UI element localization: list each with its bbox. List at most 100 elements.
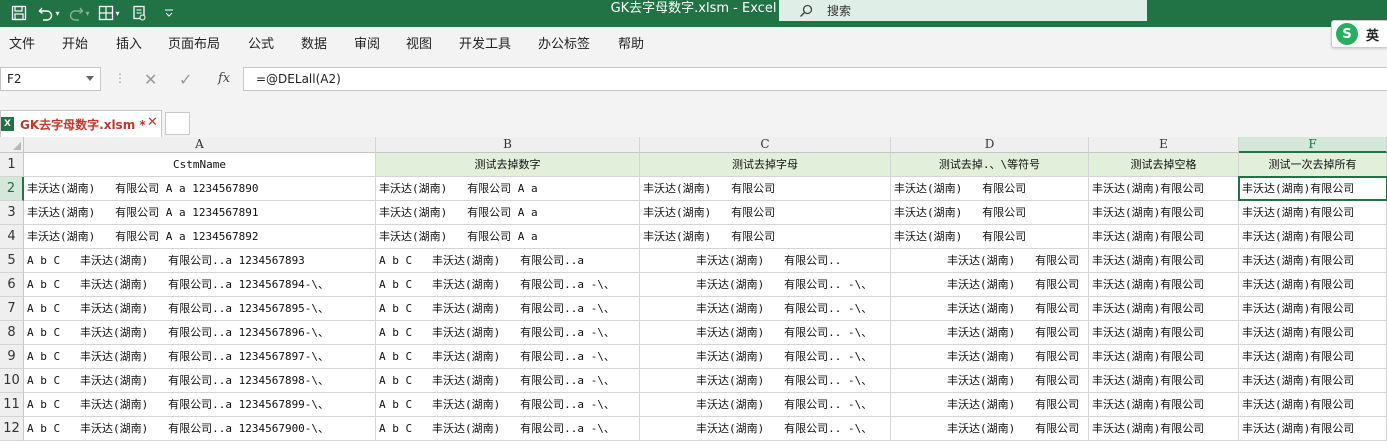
row-header-11[interactable]: 11 bbox=[0, 393, 24, 417]
row-header-10[interactable]: 10 bbox=[0, 369, 24, 393]
row-header-2[interactable]: 2 bbox=[0, 177, 24, 201]
cell-f10[interactable]: 丰沃达(湖南)有限公司 bbox=[1239, 369, 1387, 393]
header-cell-a1[interactable]: CstmName bbox=[24, 153, 376, 177]
format-painter-icon[interactable] bbox=[126, 2, 152, 24]
cell-f5[interactable]: 丰沃达(湖南)有限公司 bbox=[1239, 249, 1387, 273]
tab-home[interactable]: 开始 bbox=[62, 33, 88, 52]
cell-d5[interactable]: 丰沃达(湖南) 有限公司 bbox=[891, 249, 1089, 273]
cell-c9[interactable]: 丰沃达(湖南) 有限公司.. -\、 bbox=[640, 345, 891, 369]
cell-a5[interactable]: A b C 丰沃达(湖南) 有限公司..a 1234567893 bbox=[24, 249, 376, 273]
tab-file[interactable]: 文件 bbox=[9, 33, 35, 52]
column-header-e[interactable]: E bbox=[1089, 137, 1239, 153]
row-header-12[interactable]: 12 bbox=[0, 417, 24, 441]
tab-review[interactable]: 审阅 bbox=[354, 33, 380, 52]
cell-c12[interactable]: 丰沃达(湖南) 有限公司.. -\、 bbox=[640, 417, 891, 441]
cell-d9[interactable]: 丰沃达(湖南) 有限公司 bbox=[891, 345, 1089, 369]
cell-f2[interactable]: 丰沃达(湖南)有限公司 bbox=[1239, 177, 1387, 201]
row-header-6[interactable]: 6 bbox=[0, 273, 24, 297]
cell-f8[interactable]: 丰沃达(湖南)有限公司 bbox=[1239, 321, 1387, 345]
close-icon[interactable]: ✕ bbox=[147, 115, 158, 130]
cell-b3[interactable]: 丰沃达(湖南) 有限公司 A a bbox=[376, 201, 640, 225]
row-header-3[interactable]: 3 bbox=[0, 201, 24, 225]
cancel-button[interactable]: ✕ bbox=[144, 70, 157, 89]
cell-c11[interactable]: 丰沃达(湖南) 有限公司.. -\、 bbox=[640, 393, 891, 417]
cell-b8[interactable]: A b C 丰沃达(湖南) 有限公司..a -\、 bbox=[376, 321, 640, 345]
header-cell-d1[interactable]: 测试去掉.、\等符号 bbox=[891, 153, 1089, 177]
row-header-9[interactable]: 9 bbox=[0, 345, 24, 369]
row-header-5[interactable]: 5 bbox=[0, 249, 24, 273]
tab-view[interactable]: 视图 bbox=[406, 33, 432, 52]
cell-f11[interactable]: 丰沃达(湖南)有限公司 bbox=[1239, 393, 1387, 417]
cell-f7[interactable]: 丰沃达(湖南)有限公司 bbox=[1239, 297, 1387, 321]
cell-f4[interactable]: 丰沃达(湖南)有限公司 bbox=[1239, 225, 1387, 249]
cell-a7[interactable]: A b C 丰沃达(湖南) 有限公司..a 1234567895-\、 bbox=[24, 297, 376, 321]
customize-icon[interactable] bbox=[156, 2, 182, 24]
cell-a10[interactable]: A b C 丰沃达(湖南) 有限公司..a 1234567898-\、 bbox=[24, 369, 376, 393]
column-header-f[interactable]: F bbox=[1239, 137, 1387, 153]
chevron-down-icon[interactable] bbox=[86, 76, 94, 81]
tab-page-layout[interactable]: 页面布局 bbox=[168, 33, 220, 52]
cell-b2[interactable]: 丰沃达(湖南) 有限公司 A a bbox=[376, 177, 640, 201]
cell-a11[interactable]: A b C 丰沃达(湖南) 有限公司..a 1234567899-\、 bbox=[24, 393, 376, 417]
cell-d7[interactable]: 丰沃达(湖南) 有限公司 bbox=[891, 297, 1089, 321]
insert-function-button[interactable]: fx bbox=[218, 71, 230, 86]
name-box[interactable]: F2 bbox=[0, 67, 101, 91]
tab-help[interactable]: 帮助 bbox=[618, 33, 644, 52]
tab-insert[interactable]: 插入 bbox=[116, 33, 142, 52]
column-header-c[interactable]: C bbox=[640, 137, 891, 153]
cell-d10[interactable]: 丰沃达(湖南) 有限公司 bbox=[891, 369, 1089, 393]
cell-e12[interactable]: 丰沃达(湖南)有限公司 bbox=[1089, 417, 1239, 441]
formula-input[interactable]: =@DELall(A2) bbox=[243, 67, 1387, 91]
header-cell-c1[interactable]: 测试去掉字母 bbox=[640, 153, 891, 177]
grip-icon[interactable]: ⋮ bbox=[114, 71, 126, 85]
cell-a12[interactable]: A b C 丰沃达(湖南) 有限公司..a 1234567900-\、 bbox=[24, 417, 376, 441]
cell-b10[interactable]: A b C 丰沃达(湖南) 有限公司..a -\、 bbox=[376, 369, 640, 393]
cell-c6[interactable]: 丰沃达(湖南) 有限公司.. -\、 bbox=[640, 273, 891, 297]
cell-d4[interactable]: 丰沃达(湖南) 有限公司 bbox=[891, 225, 1089, 249]
cell-d8[interactable]: 丰沃达(湖南) 有限公司 bbox=[891, 321, 1089, 345]
undo-icon[interactable]: ▾ bbox=[36, 2, 62, 24]
cell-a9[interactable]: A b C 丰沃达(湖南) 有限公司..a 1234567897-\、 bbox=[24, 345, 376, 369]
cell-e5[interactable]: 丰沃达(湖南)有限公司 bbox=[1089, 249, 1239, 273]
row-header-8[interactable]: 8 bbox=[0, 321, 24, 345]
column-header-d[interactable]: D bbox=[891, 137, 1089, 153]
cell-e10[interactable]: 丰沃达(湖南)有限公司 bbox=[1089, 369, 1239, 393]
cell-b6[interactable]: A b C 丰沃达(湖南) 有限公司..a -\、 bbox=[376, 273, 640, 297]
cell-d12[interactable]: 丰沃达(湖南) 有限公司 bbox=[891, 417, 1089, 441]
cell-f3[interactable]: 丰沃达(湖南)有限公司 bbox=[1239, 201, 1387, 225]
select-all-corner[interactable] bbox=[0, 137, 24, 153]
new-tab-button[interactable] bbox=[165, 112, 190, 135]
cell-d6[interactable]: 丰沃达(湖南) 有限公司 bbox=[891, 273, 1089, 297]
cell-d3[interactable]: 丰沃达(湖南) 有限公司 bbox=[891, 201, 1089, 225]
cell-c3[interactable]: 丰沃达(湖南) 有限公司 bbox=[640, 201, 891, 225]
cell-d11[interactable]: 丰沃达(湖南) 有限公司 bbox=[891, 393, 1089, 417]
cell-e8[interactable]: 丰沃达(湖南)有限公司 bbox=[1089, 321, 1239, 345]
cell-d2[interactable]: 丰沃达(湖南) 有限公司 bbox=[891, 177, 1089, 201]
cell-c7[interactable]: 丰沃达(湖南) 有限公司.. -\、 bbox=[640, 297, 891, 321]
cell-b12[interactable]: A b C 丰沃达(湖南) 有限公司..a -\、 bbox=[376, 417, 640, 441]
workbook-tab[interactable]: X GK去字母数字.xlsm * ✕ bbox=[0, 110, 162, 137]
column-header-a[interactable]: A bbox=[24, 137, 376, 153]
cell-e6[interactable]: 丰沃达(湖南)有限公司 bbox=[1089, 273, 1239, 297]
cell-e7[interactable]: 丰沃达(湖南)有限公司 bbox=[1089, 297, 1239, 321]
cell-f12[interactable]: 丰沃达(湖南)有限公司 bbox=[1239, 417, 1387, 441]
cell-c8[interactable]: 丰沃达(湖南) 有限公司.. -\、 bbox=[640, 321, 891, 345]
cell-c10[interactable]: 丰沃达(湖南) 有限公司.. -\、 bbox=[640, 369, 891, 393]
tab-developer[interactable]: 开发工具 bbox=[459, 33, 511, 52]
cell-f6[interactable]: 丰沃达(湖南)有限公司 bbox=[1239, 273, 1387, 297]
cell-a4[interactable]: 丰沃达(湖南) 有限公司 A a 1234567892 bbox=[24, 225, 376, 249]
cell-e4[interactable]: 丰沃达(湖南)有限公司 bbox=[1089, 225, 1239, 249]
row-header-1[interactable]: 1 bbox=[0, 153, 24, 177]
header-cell-e1[interactable]: 测试去掉空格 bbox=[1089, 153, 1239, 177]
column-header-b[interactable]: B bbox=[376, 137, 640, 153]
cell-e3[interactable]: 丰沃达(湖南)有限公司 bbox=[1089, 201, 1239, 225]
row-header-4[interactable]: 4 bbox=[0, 225, 24, 249]
cell-a6[interactable]: A b C 丰沃达(湖南) 有限公司..a 1234567894-\、 bbox=[24, 273, 376, 297]
row-header-7[interactable]: 7 bbox=[0, 297, 24, 321]
tab-data[interactable]: 数据 bbox=[301, 33, 327, 52]
redo-icon[interactable]: ▾ bbox=[66, 2, 92, 24]
cell-a8[interactable]: A b C 丰沃达(湖南) 有限公司..a 1234567896-\、 bbox=[24, 321, 376, 345]
header-cell-f1[interactable]: 测试一次去掉所有 bbox=[1239, 153, 1387, 177]
cell-a2[interactable]: 丰沃达(湖南) 有限公司 A a 1234567890 bbox=[24, 177, 376, 201]
cell-c5[interactable]: 丰沃达(湖南) 有限公司.. bbox=[640, 249, 891, 273]
